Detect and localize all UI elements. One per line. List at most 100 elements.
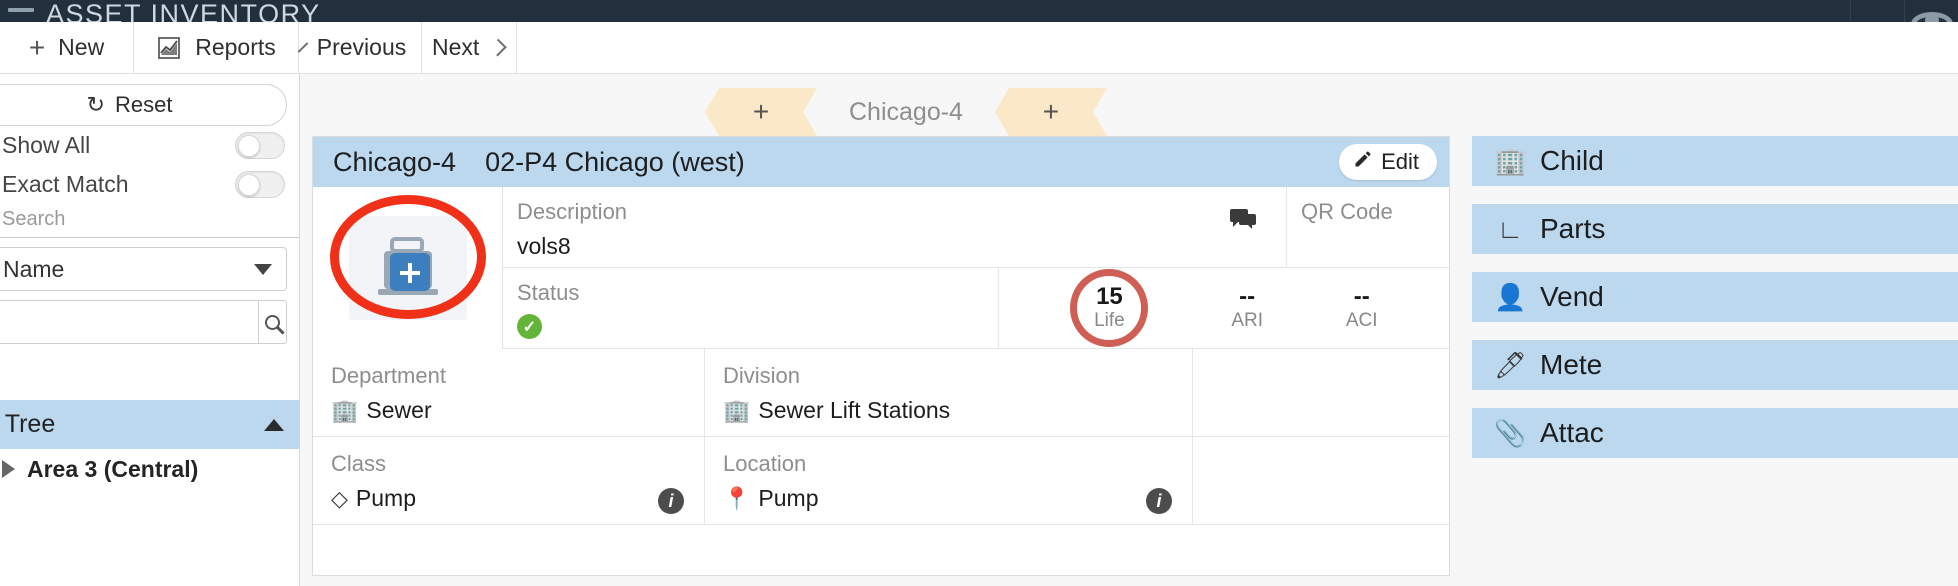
next-button[interactable]: Next — [422, 22, 517, 73]
search-input[interactable] — [0, 300, 258, 344]
asset-code: Chicago-4 — [333, 146, 457, 177]
building-icon: 🏢 — [1494, 145, 1527, 176]
rail-item-meters[interactable]: 🖊 Mete — [1472, 340, 1958, 390]
asset-card-body: Description vols8 QR Code Status ✓ 15 Li… — [313, 187, 1449, 349]
main-content: + Chicago-4 + Chicago-4 02-P4 Chicago (w… — [300, 74, 1958, 586]
description-field[interactable]: Description vols8 — [503, 187, 1287, 268]
reset-button[interactable]: ↻ Reset — [0, 84, 287, 126]
division-label: Division — [723, 363, 801, 388]
breadcrumb-add-left-button[interactable]: + — [705, 88, 817, 136]
asset-card-header: Chicago-4 02-P4 Chicago (west) Edit — [313, 137, 1449, 187]
status-value: ✓ — [517, 314, 998, 339]
exact-match-toggle[interactable] — [235, 171, 285, 198]
chevron-down-icon — [254, 263, 272, 275]
app-header-right — [1850, 0, 1958, 36]
asset-name: 02-P4 Chicago (west) — [485, 146, 745, 177]
metric-aci-label: ACI — [1345, 309, 1378, 331]
previous-button[interactable]: Previous — [297, 22, 422, 73]
department-field[interactable]: Department 🏢 Sewer — [313, 349, 705, 436]
expand-triangle-icon[interactable] — [2, 460, 15, 478]
left-sidebar: ↻ Reset Show All Exact Match Search Name… — [0, 74, 300, 586]
tree-node-area-3[interactable]: Area 3 (Central) — [0, 449, 300, 489]
metric-life-value: 15 — [1096, 283, 1123, 311]
location-value: Pump — [758, 485, 819, 511]
header-cell-blank — [1850, 0, 1904, 22]
rail-item-parts[interactable]: ∟ Parts — [1472, 204, 1958, 254]
building-icon: 🏢 — [331, 397, 359, 423]
qr-code-field[interactable]: QR Code — [1287, 187, 1449, 268]
comment-icon[interactable] — [1230, 209, 1256, 229]
search-field-select[interactable]: Name — [0, 247, 287, 291]
main-toolbar: + New Reports Previous Next — [0, 22, 1958, 74]
chart-icon — [156, 36, 182, 60]
metric-ari-value: -- — [1239, 283, 1256, 311]
row-filler — [1193, 349, 1449, 436]
tree-icon: ⚭ — [0, 412, 1, 437]
tree-section-header[interactable]: ⚭ Tree — [0, 400, 300, 449]
show-all-toggle[interactable] — [235, 132, 285, 159]
rail-item-child[interactable]: 🏢 Child — [1472, 136, 1958, 186]
rail-item-label: Parts — [1540, 213, 1606, 244]
location-field[interactable]: Location 📍 Pump i — [705, 437, 1193, 524]
rail-item-label: Attac — [1540, 417, 1604, 448]
new-button[interactable]: + New — [0, 22, 134, 73]
breadcrumb-add-right-button[interactable]: + — [995, 88, 1107, 136]
status-label: Status — [517, 280, 580, 305]
rail-item-attachments[interactable]: 📎 Attac — [1472, 408, 1958, 458]
metrics-group: 15 Life -- ARI -- ACI — [999, 268, 1449, 349]
search-button[interactable] — [258, 300, 287, 344]
location-value-wrap: 📍 Pump — [723, 485, 1192, 512]
class-value-wrap: ◇ Pump — [331, 485, 704, 512]
asset-thumbnail-cell — [313, 187, 503, 349]
reports-button-label: Reports — [195, 34, 276, 60]
description-row: Description vols8 QR Code — [503, 187, 1449, 268]
metric-aci[interactable]: -- ACI — [1346, 284, 1378, 331]
exact-match-label: Exact Match — [2, 171, 129, 197]
tree-node-label: Area 3 (Central) — [27, 455, 199, 482]
hamburger-icon[interactable] — [8, 7, 34, 12]
rail-item-vendors[interactable]: 👤 Vend — [1472, 272, 1958, 322]
status-field[interactable]: Status ✓ — [503, 268, 999, 349]
division-value-wrap: 🏢 Sewer Lift Stations — [723, 397, 1192, 424]
new-button-label: New — [58, 34, 105, 60]
building-icon: 🏢 — [723, 397, 751, 423]
metric-life[interactable]: 15 Life — [1070, 269, 1149, 347]
search-field-select-value: Name — [3, 255, 65, 282]
paperclip-icon: 📎 — [1494, 417, 1527, 448]
qr-code-label: QR Code — [1301, 199, 1393, 224]
division-field[interactable]: Division 🏢 Sewer Lift Stations — [705, 349, 1193, 436]
add-image-icon[interactable] — [348, 216, 467, 320]
status-row: Status ✓ 15 Life -- ARI -- ACI — [503, 268, 1449, 349]
magnifier-icon — [265, 314, 280, 330]
metric-ari-label: ARI — [1231, 309, 1263, 331]
chevron-left-icon — [297, 42, 309, 53]
toggle-knob — [238, 134, 260, 157]
app-header-left: ASSET INVENTORY — [0, 0, 321, 28]
rail-item-label: Child — [1540, 145, 1604, 176]
breadcrumb-current[interactable]: Chicago-4 — [817, 98, 995, 127]
class-label: Class — [331, 451, 387, 476]
class-field[interactable]: Class ◇ Pump i — [313, 437, 705, 524]
map-pin-icon: 📍 — [723, 485, 751, 511]
edit-button[interactable]: Edit — [1339, 144, 1437, 180]
app-header: ASSET INVENTORY — [0, 0, 1958, 36]
edit-button-label: Edit — [1381, 149, 1419, 174]
info-icon[interactable]: i — [658, 488, 684, 514]
chevron-right-icon — [489, 38, 507, 57]
reports-button[interactable]: Reports — [134, 22, 299, 73]
previous-button-label: Previous — [316, 34, 407, 60]
diamond-icon: ◇ — [331, 485, 348, 511]
tree-section-label: Tree — [4, 410, 56, 438]
breadcrumb: + Chicago-4 + — [705, 88, 1107, 136]
metric-ari[interactable]: -- ARI — [1231, 284, 1263, 331]
chevron-up-icon[interactable] — [264, 418, 284, 431]
department-value-wrap: 🏢 Sewer — [331, 397, 704, 424]
show-all-label: Show All — [2, 132, 91, 158]
class-value: Pump — [355, 485, 417, 511]
toggle-knob — [238, 173, 260, 196]
department-division-row: Department 🏢 Sewer Division 🏢 Sewer Lift… — [313, 349, 1449, 437]
avatar[interactable] — [1904, 0, 1958, 36]
row-filler — [1193, 437, 1449, 524]
info-icon[interactable]: i — [1146, 488, 1172, 514]
location-label: Location — [723, 451, 807, 476]
